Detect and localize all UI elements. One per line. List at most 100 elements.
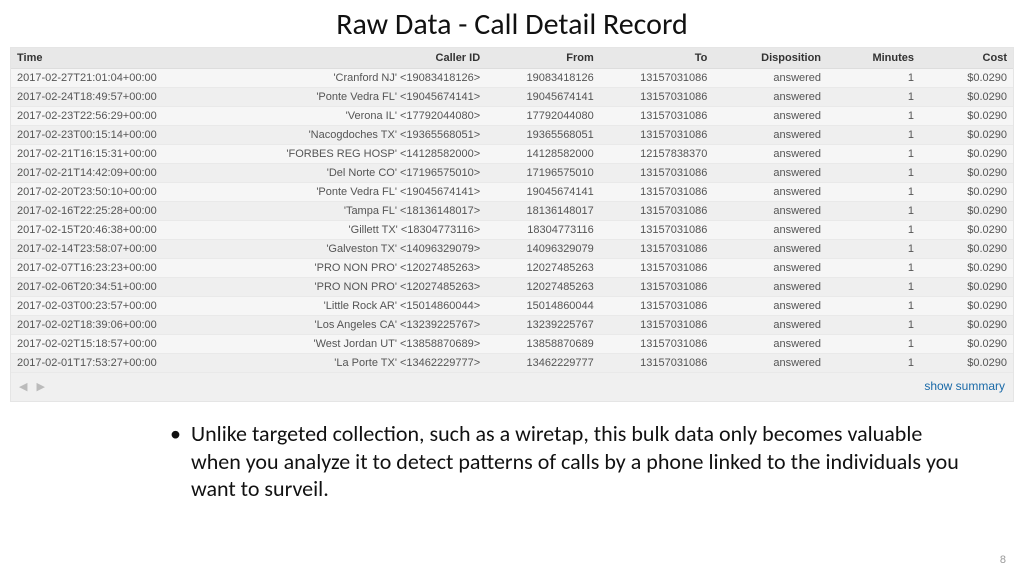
cell-caller: 'Los Angeles CA' <13239225767> xyxy=(218,316,487,335)
table-row[interactable]: 2017-02-27T21:01:04+00:00'Cranford NJ' <… xyxy=(11,69,1013,88)
cell-caller: 'La Porte TX' <13462229777> xyxy=(218,354,487,373)
col-header-disp[interactable]: Disposition xyxy=(713,48,827,69)
show-summary-link[interactable]: show summary xyxy=(924,379,1005,393)
table-row[interactable]: 2017-02-24T18:49:57+00:00'Ponte Vedra FL… xyxy=(11,88,1013,107)
cell-minutes: 1 xyxy=(827,107,920,126)
cell-disposition: answered xyxy=(713,335,827,354)
cell-from: 15014860044 xyxy=(486,297,600,316)
cell-minutes: 1 xyxy=(827,240,920,259)
cell-from: 13858870689 xyxy=(486,335,600,354)
cell-caller: 'PRO NON PRO' <12027485263> xyxy=(218,259,487,278)
cell-caller: 'Cranford NJ' <19083418126> xyxy=(218,69,487,88)
cell-cost: $0.0290 xyxy=(920,259,1013,278)
cell-from: 18304773116 xyxy=(486,221,600,240)
cell-time: 2017-02-07T16:23:23+00:00 xyxy=(11,259,218,278)
cell-minutes: 1 xyxy=(827,202,920,221)
cell-from: 13462229777 xyxy=(486,354,600,373)
cell-minutes: 1 xyxy=(827,259,920,278)
cell-minutes: 1 xyxy=(827,69,920,88)
cell-to: 13157031086 xyxy=(600,202,714,221)
cell-minutes: 1 xyxy=(827,316,920,335)
table-row[interactable]: 2017-02-03T00:23:57+00:00'Little Rock AR… xyxy=(11,297,1013,316)
table-row[interactable]: 2017-02-07T16:23:23+00:00'PRO NON PRO' <… xyxy=(11,259,1013,278)
cell-from: 18136148017 xyxy=(486,202,600,221)
cell-minutes: 1 xyxy=(827,145,920,164)
table-row[interactable]: 2017-02-14T23:58:07+00:00'Galveston TX' … xyxy=(11,240,1013,259)
cell-to: 13157031086 xyxy=(600,126,714,145)
cell-disposition: answered xyxy=(713,316,827,335)
col-header-from[interactable]: From xyxy=(486,48,600,69)
cell-caller: 'PRO NON PRO' <12027485263> xyxy=(218,278,487,297)
cell-disposition: answered xyxy=(713,354,827,373)
cell-disposition: answered xyxy=(713,145,827,164)
cell-disposition: answered xyxy=(713,297,827,316)
cell-time: 2017-02-01T17:53:27+00:00 xyxy=(11,354,218,373)
col-header-min[interactable]: Minutes xyxy=(827,48,920,69)
slide-title: Raw Data - Call Detail Record xyxy=(0,0,1024,47)
cell-cost: $0.0290 xyxy=(920,145,1013,164)
cell-caller: 'Ponte Vedra FL' <19045674141> xyxy=(218,88,487,107)
col-header-time[interactable]: Time xyxy=(11,48,218,69)
cell-time: 2017-02-06T20:34:51+00:00 xyxy=(11,278,218,297)
bullet-item: • Unlike targeted collection, such as a … xyxy=(170,420,964,503)
table-row[interactable]: 2017-02-16T22:25:28+00:00'Tampa FL' <181… xyxy=(11,202,1013,221)
cell-cost: $0.0290 xyxy=(920,164,1013,183)
col-header-caller[interactable]: Caller ID xyxy=(218,48,487,69)
table-row[interactable]: 2017-02-23T22:56:29+00:00'Verona IL' <17… xyxy=(11,107,1013,126)
cdr-table-container: Time Caller ID From To Disposition Minut… xyxy=(10,47,1014,402)
table-row[interactable]: 2017-02-15T20:46:38+00:00'Gillett TX' <1… xyxy=(11,221,1013,240)
pager-prev-icon[interactable]: ◀ xyxy=(19,381,27,393)
cell-from: 13239225767 xyxy=(486,316,600,335)
col-header-cost[interactable]: Cost xyxy=(920,48,1013,69)
table-row[interactable]: 2017-02-02T18:39:06+00:00'Los Angeles CA… xyxy=(11,316,1013,335)
cell-time: 2017-02-24T18:49:57+00:00 xyxy=(11,88,218,107)
cell-to: 13157031086 xyxy=(600,107,714,126)
cell-caller: 'FORBES REG HOSP' <14128582000> xyxy=(218,145,487,164)
col-header-to[interactable]: To xyxy=(600,48,714,69)
cell-to: 13157031086 xyxy=(600,316,714,335)
cell-to: 13157031086 xyxy=(600,69,714,88)
cell-to: 13157031086 xyxy=(600,278,714,297)
cell-cost: $0.0290 xyxy=(920,316,1013,335)
cell-cost: $0.0290 xyxy=(920,335,1013,354)
cell-cost: $0.0290 xyxy=(920,126,1013,145)
cell-cost: $0.0290 xyxy=(920,69,1013,88)
cell-disposition: answered xyxy=(713,88,827,107)
cell-time: 2017-02-14T23:58:07+00:00 xyxy=(11,240,218,259)
cell-disposition: answered xyxy=(713,164,827,183)
cell-from: 12027485263 xyxy=(486,259,600,278)
pager-next-icon[interactable]: ▶ xyxy=(37,381,45,393)
cell-to: 13157031086 xyxy=(600,164,714,183)
table-body: 2017-02-27T21:01:04+00:00'Cranford NJ' <… xyxy=(11,69,1013,373)
bullet-text: Unlike targeted collection, such as a wi… xyxy=(191,420,964,503)
table-row[interactable]: 2017-02-21T16:15:31+00:00'FORBES REG HOS… xyxy=(11,145,1013,164)
cell-time: 2017-02-21T16:15:31+00:00 xyxy=(11,145,218,164)
cell-minutes: 1 xyxy=(827,183,920,202)
cell-cost: $0.0290 xyxy=(920,107,1013,126)
cell-to: 13157031086 xyxy=(600,221,714,240)
cell-to: 12157838370 xyxy=(600,145,714,164)
cell-caller: 'Nacogdoches TX' <19365568051> xyxy=(218,126,487,145)
table-row[interactable]: 2017-02-23T00:15:14+00:00'Nacogdoches TX… xyxy=(11,126,1013,145)
cell-disposition: answered xyxy=(713,126,827,145)
cell-minutes: 1 xyxy=(827,88,920,107)
cell-time: 2017-02-16T22:25:28+00:00 xyxy=(11,202,218,221)
table-row[interactable]: 2017-02-02T15:18:57+00:00'West Jordan UT… xyxy=(11,335,1013,354)
cell-caller: 'Verona IL' <17792044080> xyxy=(218,107,487,126)
cell-to: 13157031086 xyxy=(600,335,714,354)
cell-to: 13157031086 xyxy=(600,354,714,373)
bullet-list: • Unlike targeted collection, such as a … xyxy=(170,420,964,503)
pager: ◀ ▶ xyxy=(19,380,51,393)
table-footer: ◀ ▶ show summary xyxy=(11,373,1013,401)
cell-disposition: answered xyxy=(713,202,827,221)
table-row[interactable]: 2017-02-20T23:50:10+00:00'Ponte Vedra FL… xyxy=(11,183,1013,202)
cell-time: 2017-02-21T14:42:09+00:00 xyxy=(11,164,218,183)
cdr-table: Time Caller ID From To Disposition Minut… xyxy=(11,48,1013,373)
table-row[interactable]: 2017-02-06T20:34:51+00:00'PRO NON PRO' <… xyxy=(11,278,1013,297)
cell-cost: $0.0290 xyxy=(920,88,1013,107)
table-row[interactable]: 2017-02-01T17:53:27+00:00'La Porte TX' <… xyxy=(11,354,1013,373)
table-row[interactable]: 2017-02-21T14:42:09+00:00'Del Norte CO' … xyxy=(11,164,1013,183)
cell-cost: $0.0290 xyxy=(920,297,1013,316)
cell-minutes: 1 xyxy=(827,126,920,145)
cell-cost: $0.0290 xyxy=(920,202,1013,221)
